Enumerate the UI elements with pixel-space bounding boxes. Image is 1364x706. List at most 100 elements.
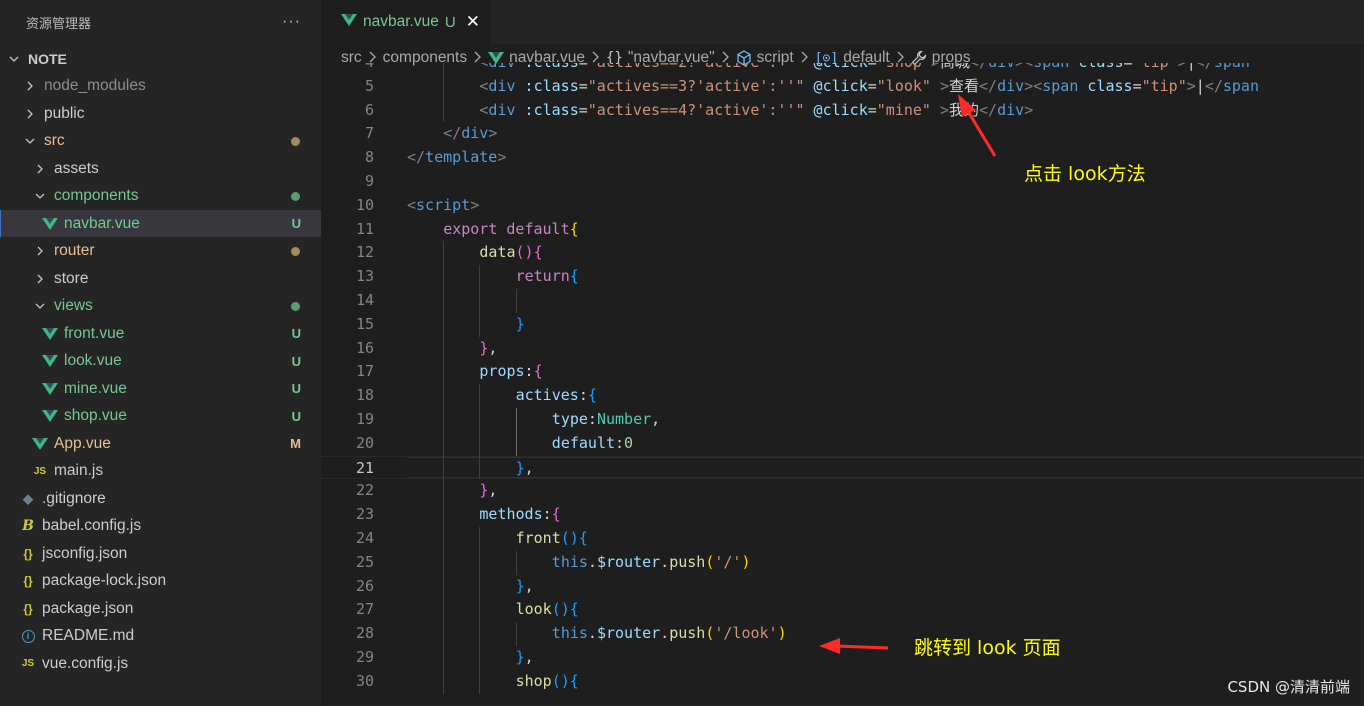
tree-item-assets[interactable]: assets (0, 155, 321, 182)
indent-guide (443, 74, 445, 99)
tree-item-components[interactable]: components (0, 183, 321, 210)
code-line: 6 <div :class="actives==4?'active':''" @c… (321, 99, 1364, 123)
tree-item-label: package.json (42, 599, 134, 617)
line-number: 27 (355, 600, 374, 619)
tree-item-router[interactable]: router (0, 238, 321, 265)
tree-item-navbar-vue[interactable]: navbar.vue U (0, 210, 321, 237)
line-number: 13 (355, 267, 374, 286)
tree-item-readme-md[interactable]: i README.md (0, 623, 321, 650)
git-status-dot (291, 246, 300, 256)
git-status-badge: U (291, 326, 301, 341)
chevron-right-icon (24, 109, 36, 119)
code-text: return{ (515, 267, 579, 286)
tree-item-label: look.vue (64, 352, 122, 369)
code-line: 22}, (321, 479, 1364, 503)
tree-item-label: components (54, 187, 139, 204)
indent-guide (443, 622, 445, 646)
tree-item-look-vue[interactable]: look.vue U (0, 348, 321, 375)
code-line: 18 actives:{ (321, 384, 1364, 408)
vue-file-icon (42, 216, 58, 232)
tree-item-jsconfig-json[interactable]: {} jsconfig.json (0, 540, 321, 567)
code-text: front(){ (515, 529, 588, 547)
line-number: 11 (355, 219, 374, 238)
line-number: 12 (355, 243, 374, 262)
tree-item-label: node_modules (44, 77, 146, 94)
tree-item-label: src (44, 132, 65, 149)
watermark: CSDN @清清前端 (1227, 678, 1350, 696)
tree-item-label: package-lock.json (42, 572, 167, 589)
tree-item-label: App.vue (54, 434, 111, 452)
code-text: this.$router.push('/look') (551, 624, 787, 643)
tree-item-front-vue[interactable]: front.vue U (0, 320, 321, 347)
code-text: props:{ (479, 362, 543, 381)
git-status-badge: U (291, 353, 301, 369)
code-text: actives:{ (515, 386, 597, 405)
explorer-title: 资源管理器 (26, 15, 92, 31)
code-text: look(){ (515, 600, 579, 619)
chevron-right-icon (24, 81, 36, 91)
tree-item-app-vue[interactable]: App.vue M (0, 430, 321, 457)
more-actions-icon[interactable]: ··· (282, 13, 301, 31)
code-line: 29}, (321, 646, 1364, 670)
git-status-dot (291, 301, 300, 311)
code-text: } (515, 314, 525, 333)
code-text: type:Number, (551, 410, 661, 428)
indent-guide (443, 527, 445, 551)
tree-item-store[interactable]: store (0, 265, 321, 292)
line-number: 29 (355, 648, 374, 666)
git-status-dot (291, 136, 300, 146)
code-text: export default{ (443, 219, 579, 238)
tab-navbar-vue[interactable]: navbar.vue U ✕ (321, 0, 491, 44)
tree-item-main-js[interactable]: JS main.js (0, 458, 321, 485)
tree-item-label: jsconfig.json (42, 544, 128, 562)
indent-guide (443, 550, 445, 575)
tab-label: navbar.vue (363, 13, 439, 30)
line-number: 22 (355, 481, 374, 500)
close-icon[interactable]: ✕ (466, 12, 480, 32)
tree-item-label: store (54, 269, 89, 287)
code-text: }, (515, 648, 534, 666)
code-line: 21}, (321, 455, 1364, 480)
tree-item-note[interactable]: NOTE (0, 45, 321, 72)
tree-item-views[interactable]: views (0, 293, 321, 320)
line-number: 19 (355, 410, 374, 428)
editor-area: navbar.vue U ✕ src components navbar.vue{}… (321, 0, 1364, 706)
tree-item-label: assets (54, 159, 99, 177)
indent-guide (479, 408, 481, 432)
code-editor[interactable]: 4 <div :class="actives==2?'active':''" @c… (321, 63, 1364, 706)
vue-file-icon (32, 436, 48, 452)
code-line: 23 methods:{ (321, 503, 1364, 527)
tree-item-vue-config-js[interactable]: JS vue.config.js (0, 650, 321, 677)
js-file-icon: JS (21, 658, 35, 669)
code-line: 4 <div :class="actives==2?'active':''" @c… (321, 63, 1364, 75)
tree-item-node-modules[interactable]: node_modules (0, 73, 321, 100)
chevron-down-icon (24, 136, 36, 146)
code-text: shop(){ (515, 671, 579, 690)
tree-item-package-lock-json[interactable]: {} package-lock.json (0, 568, 321, 595)
tree-item-gitignore[interactable]: ◆ .gitignore (0, 485, 321, 512)
tree-item-label: navbar.vue (64, 214, 140, 232)
code-line: 25 this.$router.push('/') (321, 551, 1364, 575)
code-text: <div :class="actives==2?'active':''" @cl… (479, 63, 1250, 75)
indent-guide (443, 408, 445, 432)
git-status-badge: U (291, 408, 301, 424)
tree-item-package-json[interactable]: {} package.json (0, 595, 321, 622)
indent-guide (443, 384, 445, 408)
tree-item-src[interactable]: src (0, 128, 321, 155)
code-line: 16}, (321, 337, 1364, 361)
indent-guide (443, 265, 445, 289)
tree-item-mine-vue[interactable]: mine.vue U (0, 375, 321, 402)
indent-guide (443, 63, 445, 75)
line-number: 6 (364, 100, 374, 119)
tree-item-shop-vue[interactable]: shop.vue U (0, 403, 321, 430)
tree-item-public[interactable]: public (0, 100, 321, 127)
indent-guide (443, 503, 445, 527)
indent-guide (443, 455, 445, 480)
line-number: 10 (355, 195, 374, 214)
tree-item-label: NOTE (28, 50, 67, 67)
tab-git-status: U (444, 13, 456, 31)
explorer-sidebar: 资源管理器 ··· NOTE node_modulespublic src asset… (0, 0, 321, 706)
tree-item-label: front.vue (64, 324, 125, 342)
indent-guide (479, 312, 481, 337)
tree-item-babel-config-js[interactable]: Bbabel.config.js (0, 513, 321, 540)
